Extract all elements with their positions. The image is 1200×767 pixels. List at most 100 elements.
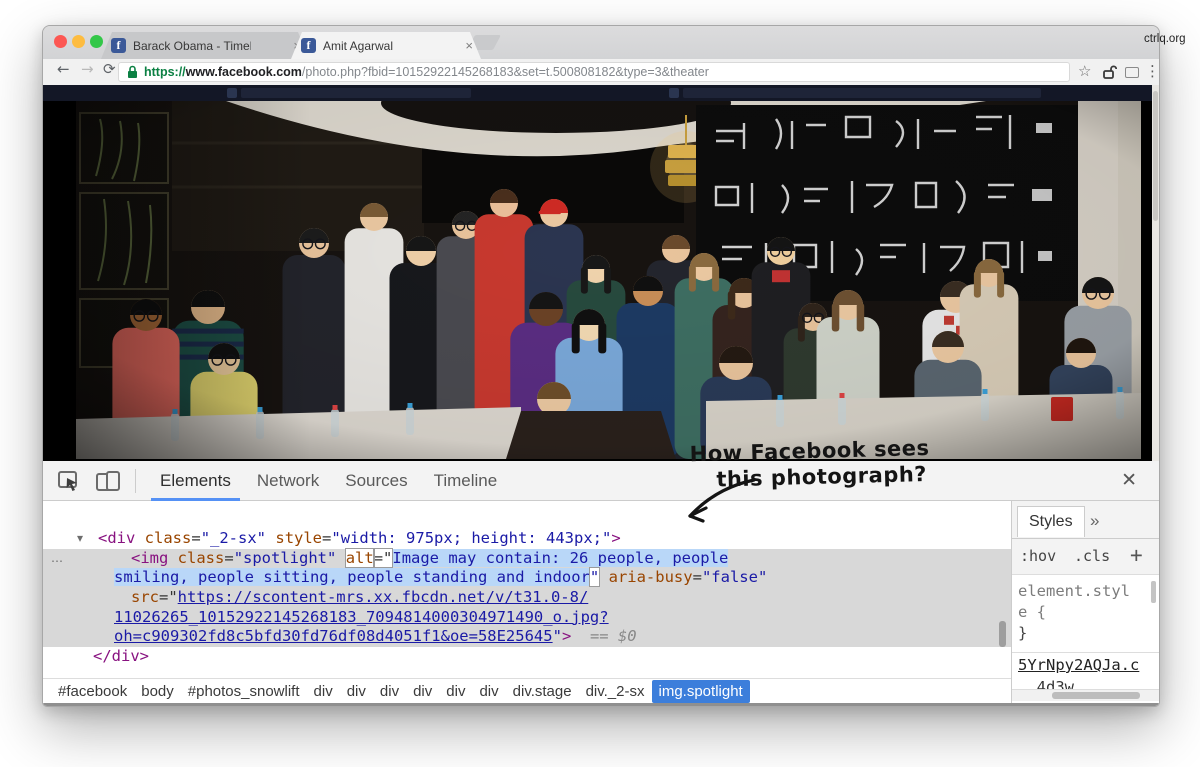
code-token bbox=[168, 549, 177, 567]
code-token: "_2-sx" bbox=[201, 529, 266, 547]
styles-hscrollbar[interactable] bbox=[1012, 689, 1159, 701]
page-content bbox=[43, 85, 1159, 461]
bookmark-star-icon[interactable]: ☆ bbox=[1078, 62, 1091, 80]
breadcrumb-div[interactable]: div bbox=[439, 680, 472, 703]
chevron-more-icon[interactable]: » bbox=[1090, 511, 1099, 531]
facebook-searchbar-dim bbox=[683, 88, 1041, 98]
window-panel-icon[interactable] bbox=[1125, 67, 1139, 78]
facebook-logo-dim bbox=[669, 88, 679, 98]
breadcrumb-facebook[interactable]: #facebook bbox=[51, 680, 134, 703]
devtools-tab-elements[interactable]: Elements bbox=[147, 461, 244, 501]
styles-scrollbar-thumb[interactable] bbox=[1151, 581, 1156, 603]
code-token bbox=[336, 549, 345, 567]
forward-icon[interactable]: → bbox=[81, 60, 94, 78]
photo bbox=[76, 101, 1141, 459]
code-token: = bbox=[693, 568, 702, 586]
code-line[interactable]: ▾<div class="_2-sx" style="width: 975px;… bbox=[43, 529, 1011, 549]
breadcrumb-div.stage[interactable]: div.stage bbox=[506, 680, 579, 703]
code-token: "spotlight" bbox=[234, 549, 337, 567]
code-line[interactable]: oh=c909302fd8c5bfd30fd76df08d4051f1&oe=5… bbox=[43, 627, 1011, 647]
code-line[interactable]: </div> bbox=[43, 647, 1011, 667]
breadcrumb-body[interactable]: body bbox=[134, 680, 181, 703]
facebook-dimmed-header bbox=[43, 85, 1159, 101]
tab-strip: f Barack Obama - Timeline × f Amit Agarw… bbox=[43, 26, 1159, 59]
code-token: " bbox=[553, 627, 562, 645]
divider bbox=[135, 469, 136, 493]
annotation-arrow-icon bbox=[676, 472, 760, 530]
facebook-searchbar-dim bbox=[241, 88, 471, 98]
https-lock-icon bbox=[127, 65, 138, 79]
code-token: =" bbox=[374, 549, 393, 567]
facebook-favicon-icon: f bbox=[111, 38, 126, 53]
extension-lock-icon[interactable] bbox=[1103, 64, 1117, 80]
browser-window: f Barack Obama - Timeline × f Amit Agarw… bbox=[42, 25, 1160, 707]
code-token: smiling, people sitting, people standing… bbox=[114, 568, 590, 586]
page-scrollbar[interactable] bbox=[1152, 85, 1159, 461]
devtools-tabs: ElementsNetworkSourcesTimeline bbox=[147, 461, 510, 501]
element-style-rule[interactable]: element.styl e { } bbox=[1012, 575, 1159, 644]
code-scrollbar-thumb[interactable] bbox=[999, 621, 1006, 647]
code-token: oh=c909302fd8c5bfd30fd76df08d4051f1&oe=5… bbox=[114, 627, 553, 645]
code-line[interactable]: src="https://scontent-mrs.xx.fbcdn.net/v… bbox=[43, 588, 1011, 608]
toggle-class[interactable]: .cls bbox=[1074, 547, 1110, 565]
code-token bbox=[599, 568, 608, 586]
page-watermark: ctrlq.org bbox=[1144, 33, 1186, 45]
devtools-close-icon[interactable]: ✕ bbox=[1121, 469, 1137, 491]
sidebar-tabs: Styles » bbox=[1012, 501, 1159, 539]
code-token: " bbox=[590, 568, 599, 586]
dom-breadcrumbs: #facebookbody#photos_snowliftdivdivdivdi… bbox=[43, 678, 1011, 704]
code-token bbox=[266, 529, 275, 547]
facebook-logo-dim bbox=[227, 88, 237, 98]
code-line[interactable]: 11026265_10152922145268183_7094814000304… bbox=[43, 608, 1011, 628]
breadcrumb-div._2-sx[interactable]: div._2-sx bbox=[579, 680, 652, 703]
code-token: "width: 975px; height: 443px;" bbox=[331, 529, 611, 547]
code-line[interactable]: …<img class="spotlight" alt="Image may c… bbox=[43, 549, 1011, 569]
back-icon[interactable]: ← bbox=[57, 60, 70, 78]
breadcrumb-div[interactable]: div bbox=[307, 680, 340, 703]
menu-dots-icon[interactable]: ⋮ bbox=[1145, 62, 1160, 80]
browser-toolbar: ← → ⟳ https://www.facebook.com/photo.php… bbox=[43, 59, 1159, 86]
code-token: <img bbox=[131, 549, 168, 567]
new-style-rule-icon[interactable]: + bbox=[1130, 543, 1143, 567]
stylesheet-link[interactable]: 5YrNpy2AQJa.c bbox=[1018, 656, 1139, 674]
styles-sidebar: Styles » :hov .cls + element.styl e { } … bbox=[1011, 501, 1159, 706]
url-host: www.facebook.com bbox=[186, 65, 302, 79]
tab-barack-obama[interactable]: f Barack Obama - Timeline × bbox=[101, 32, 309, 59]
facebook-favicon-icon: f bbox=[301, 38, 316, 53]
breadcrumb-photos_snowlift[interactable]: #photos_snowlift bbox=[181, 680, 307, 703]
expand-arrow-icon[interactable]: ▾ bbox=[77, 529, 83, 549]
code-token: > bbox=[611, 529, 620, 547]
tab-title: Barack Obama - Timeline bbox=[133, 39, 251, 53]
device-toolbar-icon[interactable] bbox=[95, 470, 121, 492]
screenshot: { "watermark": "ctrlq.org", "window": { … bbox=[0, 0, 1200, 767]
url-scheme: https:// bbox=[144, 65, 186, 79]
ellipsis-gutter-icon[interactable]: … bbox=[51, 549, 63, 569]
tab-amit-agarwal[interactable]: f Amit Agarwal × bbox=[291, 32, 481, 59]
elements-tree[interactable]: ▾<div class="_2-sx" style="width: 975px;… bbox=[43, 501, 1011, 678]
breadcrumb-div[interactable]: div bbox=[472, 680, 505, 703]
tab-styles[interactable]: Styles bbox=[1017, 506, 1085, 537]
breadcrumb-img.spotlight[interactable]: img.spotlight bbox=[652, 680, 750, 703]
minimize-window-button[interactable] bbox=[72, 35, 85, 48]
breadcrumb-div[interactable]: div bbox=[406, 680, 439, 703]
url-path: /photo.php?fbid=10152922145268183&set=t.… bbox=[302, 65, 709, 79]
code-token: 11026265_10152922145268183_7094814000304… bbox=[114, 608, 609, 626]
code-line[interactable]: smiling, people sitting, people standing… bbox=[43, 568, 1011, 588]
code-token: https://scontent-mrs.xx.fbcdn.net/v/t31.… bbox=[178, 588, 589, 606]
breadcrumb-div[interactable]: div bbox=[373, 680, 406, 703]
code-token: style bbox=[275, 529, 322, 547]
url-text: https://www.facebook.com/photo.php?fbid=… bbox=[144, 65, 709, 79]
code-token: = bbox=[224, 549, 233, 567]
tab-close-icon[interactable]: × bbox=[455, 38, 473, 53]
inspect-element-icon[interactable] bbox=[57, 470, 81, 492]
toggle-hover-state[interactable]: :hov bbox=[1020, 547, 1056, 565]
devtools-tab-timeline[interactable]: Timeline bbox=[421, 461, 511, 501]
reload-icon[interactable]: ⟳ bbox=[103, 60, 116, 78]
devtools-tab-network[interactable]: Network bbox=[244, 461, 332, 501]
tab-title: Amit Agarwal bbox=[323, 39, 393, 53]
close-window-button[interactable] bbox=[54, 35, 67, 48]
devtools-tab-sources[interactable]: Sources bbox=[332, 461, 420, 501]
zoom-window-button[interactable] bbox=[90, 35, 103, 48]
address-bar[interactable]: https://www.facebook.com/photo.php?fbid=… bbox=[118, 62, 1070, 82]
breadcrumb-div[interactable]: div bbox=[340, 680, 373, 703]
